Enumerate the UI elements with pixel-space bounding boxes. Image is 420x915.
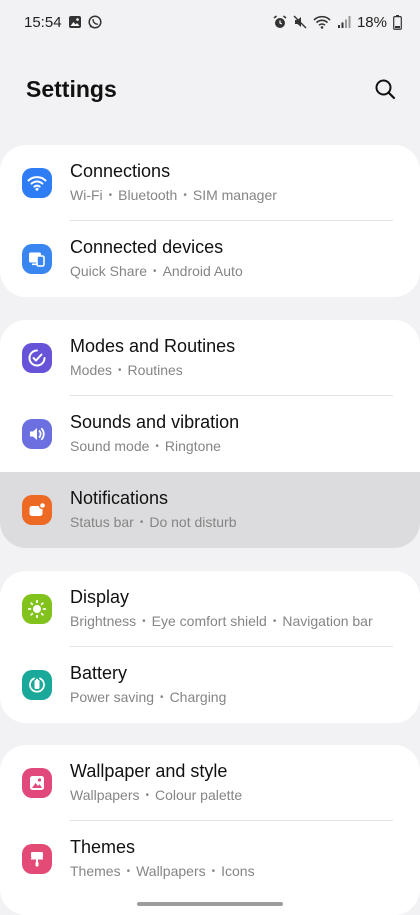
settings-item-battery[interactable]: Battery Power saving • Charging	[0, 647, 420, 723]
row-text: Connections Wi-Fi • Bluetooth • SIM manager	[70, 160, 277, 206]
subtitle-part: Eye comfort shield	[151, 612, 267, 629]
gesture-navigation-bar[interactable]	[137, 902, 283, 906]
row-title: Display	[70, 586, 130, 607]
settings-item-sounds-and-vibration[interactable]: Sounds and vibration Sound mode • Ringtone	[0, 396, 420, 472]
row-title: Connections	[70, 160, 171, 181]
row-text: Themes Themes • Wallpapers • Icons	[70, 836, 255, 882]
mute-icon	[293, 15, 307, 29]
status-bar-right: 18%	[273, 14, 402, 31]
settings-group-modes: Modes and Routines Modes • Routines Sounds…	[0, 320, 420, 548]
connected-devices-icon	[22, 244, 52, 274]
row-text: Battery Power saving • Charging	[70, 662, 226, 708]
row-title: Wallpaper and style	[70, 760, 228, 781]
status-bar: 15:54 18%	[0, 0, 420, 44]
header: Settings	[26, 66, 400, 112]
row-text: Modes and Routines Modes • Routines	[70, 335, 235, 381]
volume-icon	[22, 419, 52, 449]
subtitle-part: Brightness	[70, 612, 137, 629]
subtitle-part: Quick Share	[70, 262, 148, 279]
battery-percentage: 18%	[356, 13, 387, 31]
subtitle-part: Icons	[221, 862, 255, 879]
settings-item-notifications[interactable]: Notifications Status bar • Do not disturb	[0, 472, 420, 548]
settings-item-connections[interactable]: Connections Wi-Fi • Bluetooth • SIM manager	[0, 145, 420, 221]
subtitle-part: SIM manager	[192, 186, 277, 203]
battery-settings-icon	[22, 670, 52, 700]
search-button[interactable]	[370, 74, 400, 104]
row-subtitle: Modes • Routines	[70, 361, 183, 378]
settings-group-wallpaper: Wallpaper and style Wallpapers • Colour pa…	[0, 745, 420, 915]
subtitle-part: Colour palette	[155, 786, 243, 803]
row-text: Wallpaper and style Wallpapers • Colour pa…	[70, 760, 242, 806]
subtitle-part: Status bar	[70, 513, 134, 530]
row-subtitle: Sound mode • Ringtone	[70, 437, 221, 454]
search-icon	[374, 78, 396, 100]
row-subtitle: Status bar • Do not disturb	[70, 513, 237, 530]
row-subtitle: Brightness • Eye comfort shield • Navigation…	[70, 612, 373, 629]
settings-item-display[interactable]: Display Brightness • Eye comfort shield • Na…	[0, 571, 420, 647]
row-subtitle: Power saving • Charging	[70, 688, 227, 705]
row-text: Notifications Status bar • Do not disturb	[70, 487, 237, 533]
wallpaper-icon	[22, 768, 52, 798]
subtitle-part: Themes	[70, 862, 121, 879]
row-title: Notifications	[70, 487, 169, 508]
settings-item-wallpaper-and-style[interactable]: Wallpaper and style Wallpapers • Colour pa…	[0, 745, 420, 821]
gallery-notification-icon	[68, 15, 82, 29]
row-subtitle: Quick Share • Android Auto	[70, 262, 243, 279]
modes-routines-icon	[22, 343, 52, 373]
subtitle-part: Modes	[70, 361, 113, 378]
subtitle-part: Charging	[169, 688, 227, 705]
wifi-icon	[313, 15, 331, 29]
wifi-icon	[22, 168, 52, 198]
row-title: Battery	[70, 662, 128, 683]
row-title: Modes and Routines	[70, 335, 236, 356]
settings-item-connected-devices[interactable]: Connected devices Quick Share • Android Au…	[0, 221, 420, 297]
subtitle-part: Wallpapers	[136, 862, 206, 879]
settings-item-themes[interactable]: Themes Themes • Wallpapers • Icons	[0, 821, 420, 897]
themes-icon	[22, 844, 52, 874]
subtitle-part: Navigation bar	[282, 612, 373, 629]
alarm-icon	[273, 15, 287, 29]
subtitle-part: Wallpapers	[70, 786, 140, 803]
settings-item-modes-and-routines[interactable]: Modes and Routines Modes • Routines	[0, 320, 420, 396]
row-text: Connected devices Quick Share • Android Au…	[70, 236, 243, 282]
settings-group-display: Display Brightness • Eye comfort shield • Na…	[0, 571, 420, 723]
signal-icon	[337, 15, 351, 29]
brightness-icon	[22, 594, 52, 624]
notifications-icon	[22, 495, 52, 525]
subtitle-part: Bluetooth	[118, 186, 178, 203]
status-bar-left: 15:54	[24, 14, 102, 31]
whatsapp-notification-icon	[87, 15, 102, 29]
subtitle-part: Power saving	[70, 688, 155, 705]
row-text: Display Brightness • Eye comfort shield • Na…	[70, 586, 373, 632]
clock: 15:54	[24, 13, 62, 31]
row-subtitle: Wi-Fi • Bluetooth • SIM manager	[70, 186, 277, 203]
subtitle-part: Do not disturb	[149, 513, 237, 530]
subtitle-part: Android Auto	[162, 262, 243, 279]
subtitle-part: Routines	[127, 361, 183, 378]
row-subtitle: Wallpapers • Colour palette	[70, 786, 243, 803]
settings-group-connections: Connections Wi-Fi • Bluetooth • SIM manager …	[0, 145, 420, 297]
battery-icon	[393, 15, 402, 30]
subtitle-part: Ringtone	[164, 437, 221, 454]
page-title: Settings	[26, 75, 117, 102]
subtitle-part: Sound mode	[70, 437, 150, 454]
row-subtitle: Themes • Wallpapers • Icons	[70, 862, 255, 879]
subtitle-part: Wi-Fi	[70, 186, 103, 203]
row-text: Sounds and vibration Sound mode • Ringtone	[70, 411, 239, 457]
row-title: Sounds and vibration	[70, 411, 240, 432]
row-title: Themes	[70, 836, 136, 857]
row-title: Connected devices	[70, 236, 224, 257]
